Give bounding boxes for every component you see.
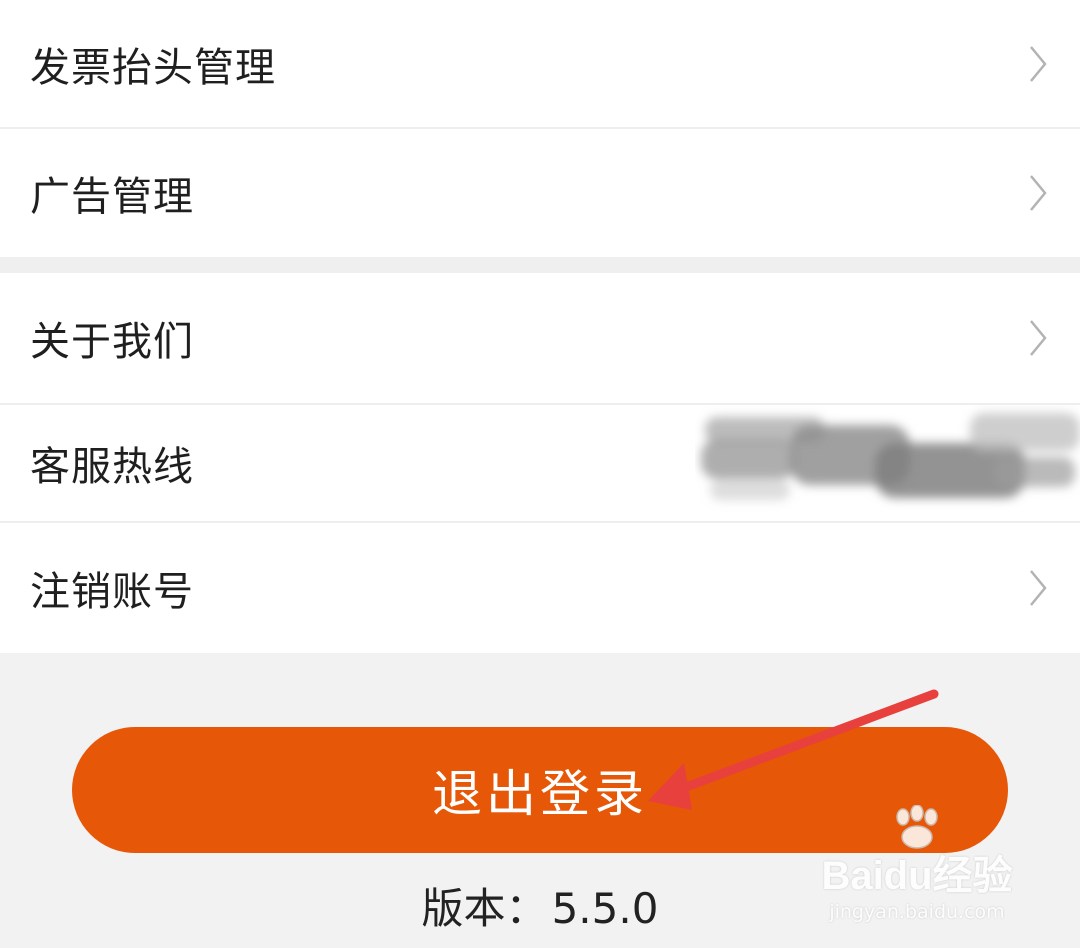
menu-item-delete-account[interactable]: 注销账号 bbox=[0, 521, 1080, 653]
menu-item-label: 注销账号 bbox=[30, 569, 194, 615]
menu-item-about-us[interactable]: 关于我们 bbox=[0, 273, 1080, 403]
menu-item-invoice-title[interactable]: 发票抬头管理 bbox=[0, 0, 1080, 127]
menu-group-2: 关于我们 客服热线 注销账号 bbox=[0, 273, 1080, 653]
chevron-right-icon bbox=[1030, 320, 1047, 356]
watermark-brand: Baidu经验 bbox=[821, 854, 1013, 898]
chevron-right-icon bbox=[1030, 175, 1047, 211]
menu-item-label: 广告管理 bbox=[30, 174, 194, 220]
menu-item-label: 发票抬头管理 bbox=[30, 44, 276, 91]
redacted-phone-number bbox=[701, 413, 1080, 500]
watermark-url: jingyan.baidu.com bbox=[829, 901, 1005, 923]
menu-item-label: 客服热线 bbox=[30, 444, 194, 490]
chevron-right-icon bbox=[1030, 570, 1047, 606]
section-divider bbox=[0, 257, 1080, 273]
menu-item-label: 关于我们 bbox=[30, 319, 194, 365]
menu-group-1: 发票抬头管理 广告管理 bbox=[0, 0, 1080, 257]
baidu-watermark: Baidu经验 jingyan.baidu.com bbox=[812, 805, 1022, 923]
chevron-right-icon bbox=[1030, 45, 1047, 82]
menu-item-customer-hotline[interactable]: 客服热线 bbox=[0, 403, 1080, 521]
menu-item-ad-management[interactable]: 广告管理 bbox=[0, 127, 1080, 257]
version-prefix: 版本： bbox=[421, 884, 548, 933]
version-number: 5.5.0 bbox=[551, 884, 659, 933]
